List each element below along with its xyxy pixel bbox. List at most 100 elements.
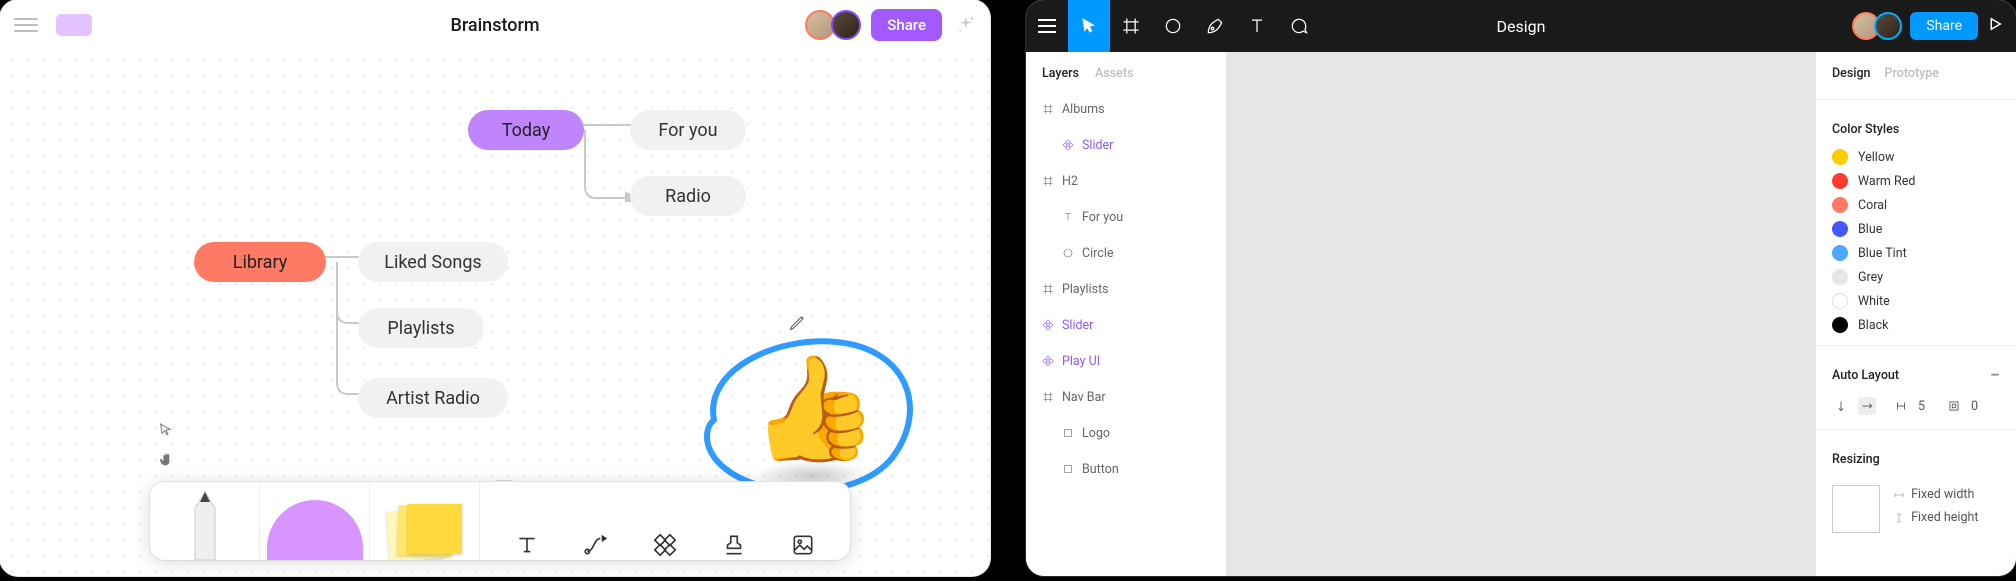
text-tool-icon[interactable] xyxy=(512,530,542,560)
text-icon xyxy=(1062,211,1074,223)
resizing-visual[interactable] xyxy=(1832,485,1880,533)
frame-icon xyxy=(1042,175,1054,187)
layer-row[interactable]: Button xyxy=(1026,451,1226,487)
tab-layers[interactable]: Layers xyxy=(1042,66,1079,81)
node-today[interactable]: Today xyxy=(468,110,584,150)
design-canvas[interactable] xyxy=(1226,52,1816,576)
color-swatch[interactable]: Grey xyxy=(1816,265,2016,289)
color-swatch[interactable]: Blue xyxy=(1816,217,2016,241)
layer-row[interactable]: Play UI xyxy=(1026,343,1226,379)
layer-label: H2 xyxy=(1062,174,1078,189)
layer-row[interactable]: H2 xyxy=(1026,163,1226,199)
thumbs-up-emoji[interactable]: 👍 xyxy=(742,344,883,478)
layer-row[interactable]: Slider xyxy=(1026,307,1226,343)
file-color-chip[interactable] xyxy=(56,14,92,36)
swatch-dot xyxy=(1832,269,1848,285)
move-tool-icon[interactable] xyxy=(1068,0,1110,52)
tab-design[interactable]: Design xyxy=(1832,66,1871,81)
swatch-dot xyxy=(1832,173,1848,189)
color-swatch[interactable]: Blue Tint xyxy=(1816,241,2016,265)
file-title[interactable]: Brainstorm xyxy=(450,15,539,36)
figjam-canvas[interactable]: Today For you Radio Library Liked Songs … xyxy=(0,50,990,576)
pencil-icon xyxy=(788,312,808,332)
avatar[interactable] xyxy=(831,10,861,40)
layer-row[interactable]: Slider xyxy=(1026,127,1226,163)
comment-tool-icon[interactable] xyxy=(1278,0,1320,52)
layer-label: Button xyxy=(1082,462,1119,477)
mini-tool-stack xyxy=(158,422,174,472)
sticky-tool[interactable] xyxy=(370,482,480,560)
color-swatch[interactable]: Black xyxy=(1816,313,2016,337)
color-swatch[interactable]: Warm Red xyxy=(1816,169,2016,193)
text-tool-icon[interactable] xyxy=(1236,0,1278,52)
pencil-tool[interactable] xyxy=(150,482,260,560)
direction-horizontal-icon[interactable] xyxy=(1858,397,1876,415)
layer-label: Circle xyxy=(1082,246,1114,261)
node-radio[interactable]: Radio xyxy=(630,176,746,216)
share-button[interactable]: Share xyxy=(871,9,942,41)
share-button[interactable]: Share xyxy=(1910,12,1978,40)
auto-layout-header[interactable]: Auto Layout− xyxy=(1816,354,2016,391)
swatch-name: White xyxy=(1858,294,1890,309)
design-window: Design Share Layers Assets Albums Slider H… xyxy=(1026,0,2016,576)
layer-row[interactable]: Circle xyxy=(1026,235,1226,271)
tab-assets[interactable]: Assets xyxy=(1095,66,1133,81)
avatar[interactable] xyxy=(1874,12,1902,40)
menu-icon[interactable] xyxy=(14,18,38,32)
color-swatch[interactable]: Coral xyxy=(1816,193,2016,217)
layer-row[interactable]: Logo xyxy=(1026,415,1226,451)
node-for-you[interactable]: For you xyxy=(630,110,746,150)
select-tool-icon[interactable] xyxy=(158,422,174,442)
ellipse-tool-icon[interactable] xyxy=(1152,0,1194,52)
main-menu-icon[interactable] xyxy=(1026,0,1068,52)
swatch-dot xyxy=(1832,221,1848,237)
node-playlists[interactable]: Playlists xyxy=(358,308,484,348)
swatch-dot xyxy=(1832,317,1848,333)
layer-label: Albums xyxy=(1062,102,1105,117)
swatch-name: Grey xyxy=(1858,270,1883,285)
resizing-width[interactable]: Fixed width xyxy=(1893,487,1978,502)
image-tool-icon[interactable] xyxy=(788,530,818,560)
frame-tool-icon[interactable] xyxy=(1110,0,1152,52)
swatch-dot xyxy=(1832,245,1848,261)
frame-icon xyxy=(1042,103,1054,115)
layer-row[interactable]: Playlists xyxy=(1026,271,1226,307)
layer-row[interactable]: For you xyxy=(1026,199,1226,235)
more-shapes-icon[interactable] xyxy=(650,530,680,560)
shape-tool[interactable] xyxy=(260,482,370,560)
connector-tool-icon[interactable] xyxy=(581,530,611,560)
circle-icon xyxy=(1062,247,1074,259)
hand-tool-icon[interactable] xyxy=(158,452,174,472)
swatch-dot xyxy=(1832,149,1848,165)
swatch-name: Yellow xyxy=(1858,150,1894,165)
node-artist-radio[interactable]: Artist Radio xyxy=(358,378,508,418)
padding-value[interactable]: 0 xyxy=(1971,399,1978,414)
rect-icon xyxy=(1062,427,1074,439)
pen-tool-icon[interactable] xyxy=(1194,0,1236,52)
swatch-name: Blue xyxy=(1858,222,1882,237)
layer-row[interactable]: Albums xyxy=(1026,91,1226,127)
resizing-height[interactable]: Fixed height xyxy=(1893,510,1978,525)
present-icon[interactable] xyxy=(1986,15,2004,37)
layer-label: Slider xyxy=(1082,138,1113,153)
sparkle-icon[interactable] xyxy=(956,15,976,35)
direction-vertical-icon[interactable] xyxy=(1832,397,1850,415)
frame-icon xyxy=(1042,283,1054,295)
tab-prototype[interactable]: Prototype xyxy=(1885,66,1939,81)
layer-row[interactable]: Nav Bar xyxy=(1026,379,1226,415)
color-swatch[interactable]: Yellow xyxy=(1816,145,2016,169)
node-liked-songs[interactable]: Liked Songs xyxy=(358,242,508,282)
spacing-value[interactable]: 5 xyxy=(1918,399,1925,414)
file-title[interactable]: Design xyxy=(1497,17,1546,36)
swatch-name: Blue Tint xyxy=(1858,246,1907,261)
color-swatch[interactable]: White xyxy=(1816,289,2016,313)
node-library[interactable]: Library xyxy=(194,242,326,282)
swatch-name: Warm Red xyxy=(1858,174,1915,189)
layer-label: Nav Bar xyxy=(1062,390,1106,405)
figma-toolbar: Design Share xyxy=(1026,0,2016,52)
swatch-dot xyxy=(1832,197,1848,213)
layer-list: Albums Slider H2 For you Circle Playlists Slid… xyxy=(1026,91,1226,576)
rect-icon xyxy=(1062,463,1074,475)
layer-label: Slider xyxy=(1062,318,1093,333)
stamp-tool-icon[interactable] xyxy=(719,530,749,560)
